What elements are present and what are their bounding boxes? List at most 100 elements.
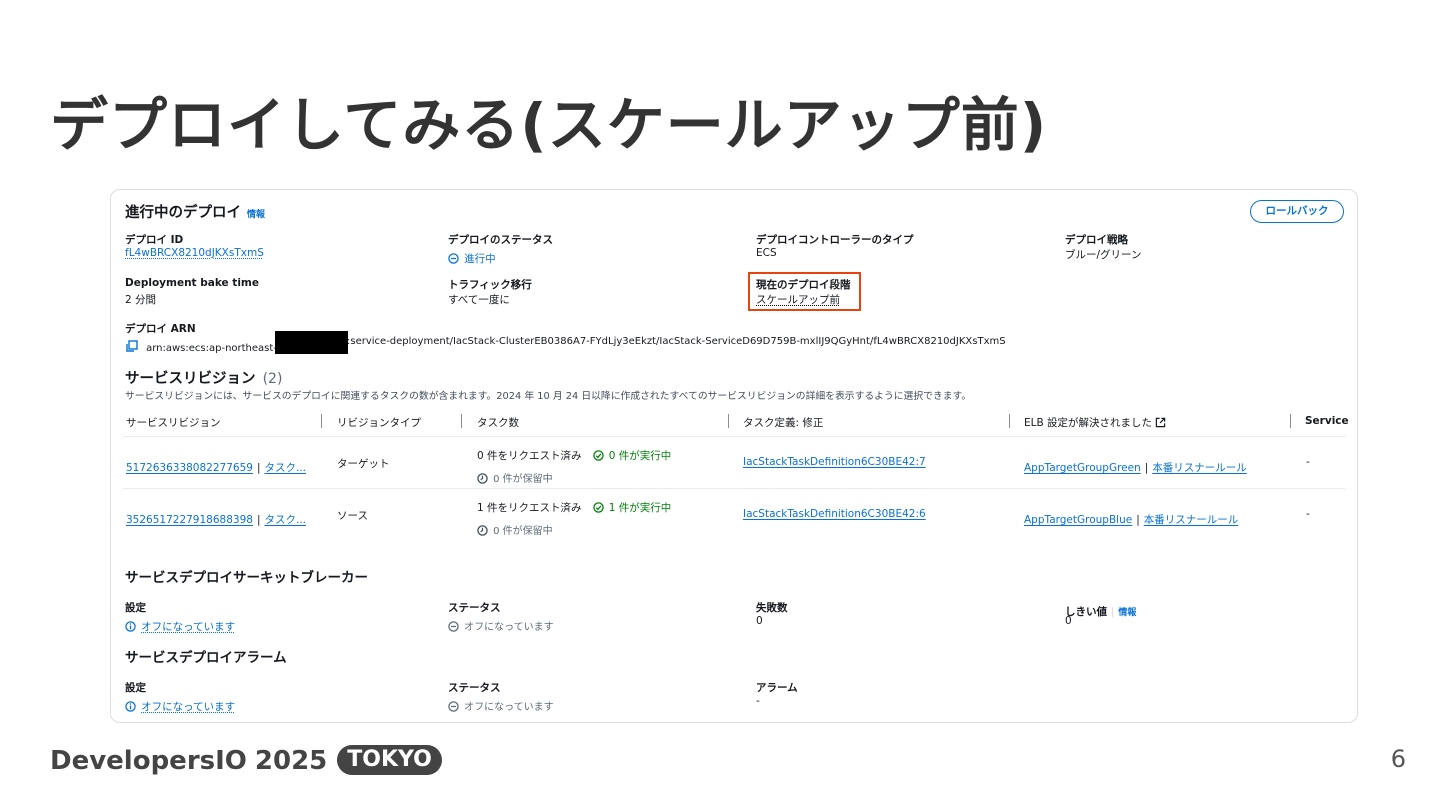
listener-rule-link[interactable]: 本番リスナールール	[1144, 514, 1239, 526]
alarm-setting: オフになっています	[125, 695, 235, 714]
table-row: 5172636338082277659 | タスク...	[126, 462, 306, 474]
threshold-header: しきい値 | 情報	[1065, 606, 1137, 618]
deploy-info-link[interactable]: 情報	[247, 210, 265, 220]
arn-label: デプロイ ARN	[125, 323, 196, 335]
elb-config: AppTargetGroupBlue | 本番リスナールール	[1024, 514, 1239, 526]
task-pending-line: 0 件が保留中	[477, 519, 553, 538]
col-divider[interactable]	[461, 414, 462, 428]
deploy-heading: 進行中のデプロイ	[125, 205, 241, 221]
col-divider[interactable]	[321, 414, 322, 428]
listener-rule-link[interactable]: 本番リスナールール	[1152, 462, 1247, 474]
brand-name: DevelopersIO	[50, 746, 247, 776]
breaker-setting-label: 設定	[125, 602, 146, 614]
task-count-line: 1 件をリクエスト済み 1 件が実行中	[477, 496, 671, 515]
tasks-running: 1 件が実行中	[608, 502, 672, 514]
task-pending-line: 0 件が保留中	[477, 467, 553, 486]
col-divider[interactable]	[1290, 414, 1291, 428]
col-header-task-count[interactable]: タスク数	[477, 415, 519, 430]
phase-label: 現在のデプロイ段階	[756, 279, 851, 291]
alarm-status-value: オフになっています	[464, 702, 554, 713]
traffic-shift-label: トラフィック移行	[448, 279, 532, 291]
table-header-divider	[123, 436, 1345, 437]
arn-row: arn:aws:ecs:ap-northeast-1:	[125, 336, 287, 355]
brand-year: 2025	[254, 746, 328, 776]
col-header-elb-label: ELB 設定が解決されました	[1024, 417, 1153, 429]
bake-time-label: Deployment bake time	[125, 277, 259, 289]
deploy-id-link[interactable]: fL4wBRCX8210dJKXsTxmS	[125, 247, 264, 259]
breaker-setting-value[interactable]: オフになっています	[141, 621, 235, 633]
arn-prefix: arn:aws:ecs:ap-northeast-1:	[146, 343, 287, 354]
threshold-value: 0	[1065, 615, 1072, 627]
breaker-heading: サービスデプロイサーキットブレーカー	[125, 570, 368, 586]
in-progress-icon	[448, 253, 459, 264]
task-definition-link[interactable]: IacStackTaskDefinition6C30BE42:6	[743, 508, 926, 520]
deploy-header: 進行中のデプロイ 情報	[125, 201, 265, 222]
breaker-setting: オフになっています	[125, 615, 235, 634]
copy-icon[interactable]	[125, 340, 138, 353]
revision-link[interactable]: 5172636338082277659	[126, 462, 253, 474]
info-icon	[125, 621, 136, 632]
failures-label: 失敗数	[756, 602, 788, 614]
tasks-running: 0 件が実行中	[608, 450, 672, 462]
arn-suffix: :service-deployment/IacStack-ClusterEB03…	[347, 336, 1006, 347]
rollback-button[interactable]: ロールバック	[1250, 200, 1344, 223]
table-row: 3526517227918688398 | タスク...	[126, 514, 306, 526]
task-count-line: 0 件をリクエスト済み 0 件が実行中	[477, 444, 671, 463]
task-link[interactable]: タスク...	[264, 462, 306, 474]
revision-type: ソース	[337, 510, 368, 522]
page-number: 6	[1390, 745, 1406, 773]
revision-type: ターゲット	[337, 458, 390, 470]
controller-type-value: ECS	[756, 247, 777, 259]
service-value: -	[1306, 456, 1310, 468]
strategy-value: ブルー/グリーン	[1065, 249, 1142, 261]
deploy-id-label: デプロイ ID	[125, 234, 184, 246]
stopped-icon	[448, 621, 459, 632]
breaker-status-value: オフになっています	[464, 622, 554, 633]
task-definition-link[interactable]: IacStackTaskDefinition6C30BE42:7	[743, 456, 926, 468]
elb-config: AppTargetGroupGreen | 本番リスナールール	[1024, 462, 1247, 474]
success-check-icon	[592, 502, 604, 513]
tasks-pending: 0 件が保留中	[493, 474, 553, 485]
target-group-link[interactable]: AppTargetGroupBlue	[1024, 514, 1132, 526]
controller-type-label: デプロイコントローラーのタイプ	[756, 234, 914, 246]
redacted-account-id	[275, 331, 348, 354]
deploy-status-value: 進行中	[464, 253, 496, 265]
col-header-service[interactable]: Service	[1305, 415, 1349, 427]
task-link[interactable]: タスク...	[264, 514, 306, 526]
traffic-shift-value: すべて一度に	[448, 294, 510, 306]
col-divider[interactable]	[1009, 414, 1010, 428]
alarm-setting-label: 設定	[125, 682, 146, 694]
brand-tag: TOKYO	[337, 745, 442, 775]
tasks-pending: 0 件が保留中	[493, 526, 553, 537]
col-divider[interactable]	[728, 414, 729, 428]
alarm-status-label: ステータス	[448, 682, 501, 694]
col-header-elb[interactable]: ELB 設定が解決されました	[1024, 415, 1166, 430]
slide-title: デプロイしてみる(スケールアップ前)	[50, 91, 1048, 159]
footer-brand: DevelopersIO 2025 TOKYO	[50, 745, 442, 776]
breaker-status-label: ステータス	[448, 602, 501, 614]
col-header-revision[interactable]: サービスリビジョン	[126, 415, 221, 430]
row-divider	[123, 488, 1345, 489]
revisions-header: サービスリビジョン (2)	[125, 367, 282, 388]
bake-time-value: 2 分間	[125, 294, 157, 306]
breaker-status: オフになっています	[448, 615, 554, 634]
phase-value: スケールアップ前	[756, 294, 840, 306]
external-link-icon	[1156, 417, 1166, 428]
deploy-status-label: デプロイのステータス	[448, 234, 553, 246]
alarm-label: アラーム	[756, 682, 798, 694]
revision-link[interactable]: 3526517227918688398	[126, 514, 253, 526]
threshold-info-link[interactable]: 情報	[1118, 608, 1136, 618]
target-group-link[interactable]: AppTargetGroupGreen	[1024, 462, 1141, 474]
tasks-requested: 1 件をリクエスト済み	[477, 502, 582, 514]
col-header-task-def[interactable]: タスク定義: 修正	[743, 415, 823, 430]
revisions-count: (2)	[262, 371, 283, 387]
tasks-requested: 0 件をリクエスト済み	[477, 450, 582, 462]
clock-icon	[477, 473, 488, 484]
revisions-description: サービスリビジョンには、サービスのデプロイに関連するタスクの数が含まれます。20…	[125, 391, 972, 402]
alarm-status: オフになっています	[448, 695, 554, 714]
alarm-setting-value[interactable]: オフになっています	[141, 701, 235, 713]
col-header-type[interactable]: リビジョンタイプ	[337, 415, 421, 430]
strategy-label: デプロイ戦略	[1065, 234, 1128, 246]
service-value: -	[1306, 508, 1310, 520]
stopped-icon	[448, 701, 459, 712]
